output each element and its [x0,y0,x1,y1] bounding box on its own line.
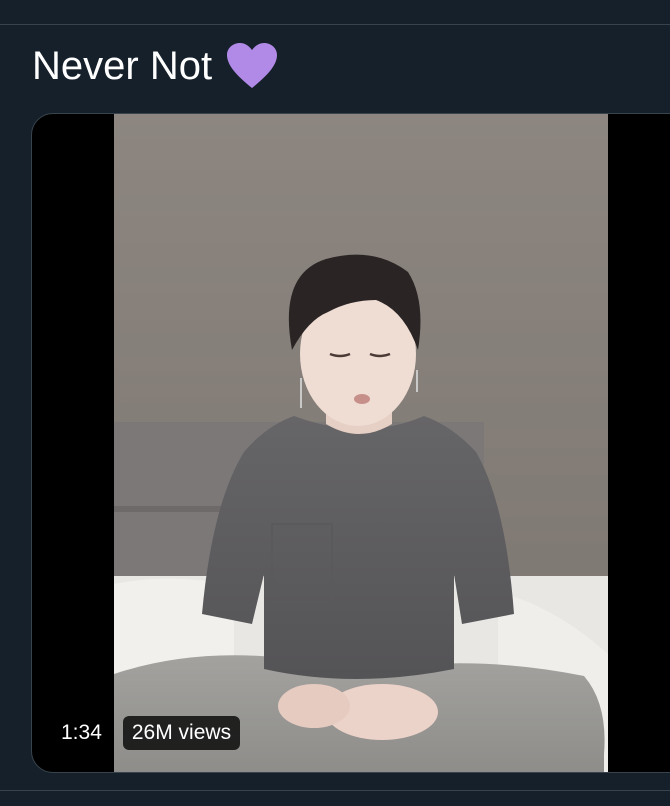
tweet-page: Never Not 1:34 26M views [0,0,670,806]
video-thumbnail[interactable] [114,114,608,772]
video-info-badges: 1:34 26M views [52,716,241,750]
video-duration-badge: 1:34 [52,716,111,750]
tweet-text-content: Never Not [32,44,213,88]
video-views-badge: 26M views [122,716,241,750]
top-divider [0,24,670,25]
tweet-text: Never Not [32,38,278,94]
purple-heart-icon [226,42,278,90]
bottom-divider [0,790,670,791]
video-player[interactable] [31,113,670,773]
